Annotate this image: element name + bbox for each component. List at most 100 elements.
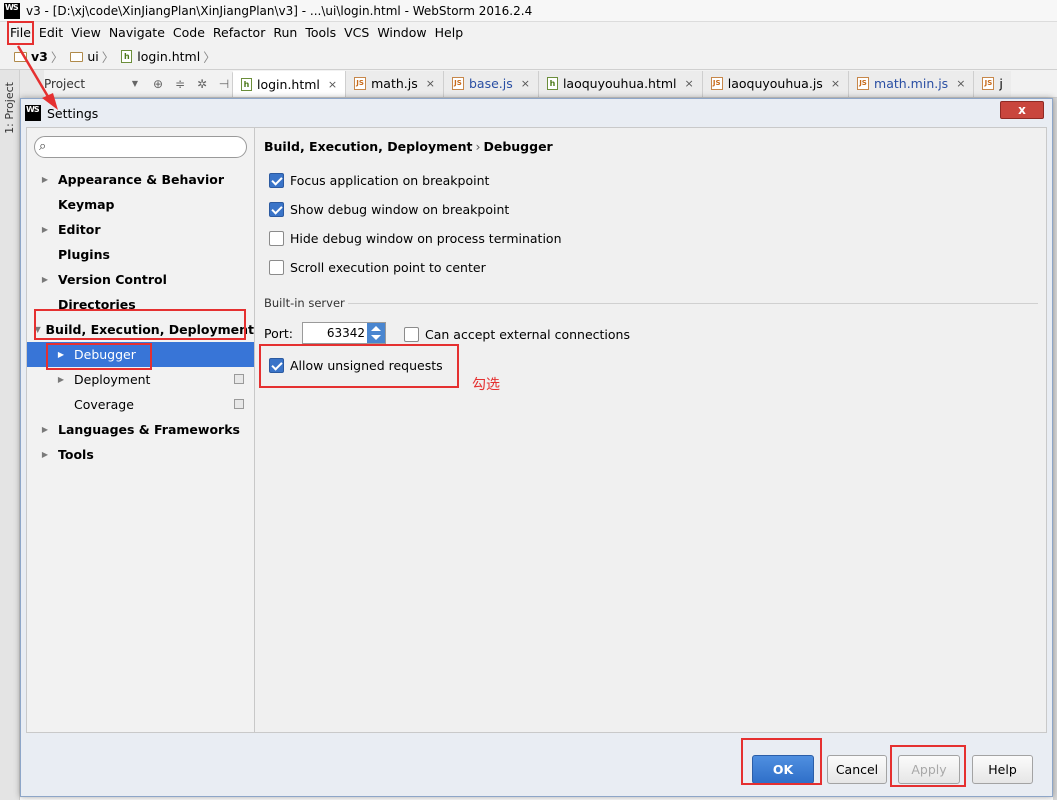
tree-item-appearance-behavior[interactable]: ▶ Appearance & Behavior	[27, 167, 254, 192]
breadcrumb-item-ui[interactable]: ui 〉	[70, 47, 117, 66]
editor-scrollbar[interactable]	[1053, 98, 1057, 800]
debugger-settings-panel: Build, Execution, Deployment › Debugger Fo…	[256, 128, 1046, 732]
show-debug-window-checkbox[interactable]	[269, 201, 284, 217]
tab-laoquyouhua-html[interactable]: h laoquyouhua.html ×	[537, 70, 702, 97]
menu-file[interactable]: File	[6, 23, 35, 43]
close-tab-icon[interactable]: ×	[426, 77, 435, 90]
option-external-connections[interactable]: Can accept external connections	[404, 324, 630, 344]
focus-application-checkbox[interactable]	[269, 172, 284, 188]
left-tool-strip: 1: Project	[0, 70, 20, 800]
close-tab-icon[interactable]: ×	[521, 77, 530, 90]
menu-help[interactable]: Help	[431, 23, 468, 43]
tree-item-deployment[interactable]: ▶ Deployment	[27, 367, 254, 392]
tab-laoquyouhua-js[interactable]: JS laoquyouhua.js ×	[701, 70, 849, 97]
hide-debug-window-checkbox[interactable]	[269, 230, 284, 246]
window-titlebar: WS v3 - [D:\xj\code\XinJiangPlan\XinJian…	[0, 0, 1057, 22]
expand-arrow-icon[interactable]: ▶	[39, 275, 51, 284]
option-show-debug-window[interactable]: Show debug window on breakpoint	[269, 199, 509, 219]
tab-login-html[interactable]: h login.html ×	[232, 70, 346, 97]
breadcrumb-item-login-html[interactable]: h login.html 〉	[121, 47, 218, 66]
close-tab-icon[interactable]: ×	[328, 78, 337, 91]
menu-edit[interactable]: Edit	[35, 23, 67, 43]
settings-search-field[interactable]: ⌕	[34, 136, 247, 158]
port-stepper[interactable]	[367, 323, 385, 343]
stepper-down-icon[interactable]	[371, 335, 381, 340]
breadcrumb-item-v3[interactable]: v3 〉	[14, 47, 66, 66]
breadcrumb: v3 〉 ui 〉 h login.html 〉	[0, 44, 1057, 70]
ok-button[interactable]: OK	[752, 755, 814, 784]
expand-arrow-icon[interactable]: ▶	[39, 225, 51, 234]
menu-navigate[interactable]: Navigate	[105, 23, 169, 43]
menu-code[interactable]: Code	[169, 23, 209, 43]
port-input[interactable]	[303, 325, 365, 341]
menu-window[interactable]: Window	[373, 23, 430, 43]
close-dialog-button[interactable]: x	[1000, 101, 1044, 119]
help-button[interactable]: Help	[972, 755, 1033, 784]
tree-item-plugins[interactable]: Plugins	[27, 242, 254, 267]
menu-view[interactable]: View	[67, 23, 105, 43]
dialog-body: ⌕ ▶ Appearance & Behavior Keymap ▶ Edito…	[26, 127, 1047, 733]
cancel-button[interactable]: Cancel	[827, 755, 887, 784]
allow-unsigned-checkbox[interactable]	[269, 357, 284, 373]
js-file-icon: JS	[710, 77, 723, 90]
panel-breadcrumb-parent: Build, Execution, Deployment	[264, 139, 473, 154]
panel-breadcrumb: Build, Execution, Deployment › Debugger	[264, 139, 553, 154]
tree-item-directories[interactable]: Directories	[27, 292, 254, 317]
tree-item-languages-frameworks[interactable]: ▶ Languages & Frameworks	[27, 417, 254, 442]
port-spinner-field[interactable]	[302, 322, 386, 344]
menu-refactor[interactable]: Refactor	[209, 23, 269, 43]
gear-icon[interactable]: ✲	[194, 76, 210, 92]
option-scroll-execution-point[interactable]: Scroll execution point to center	[269, 257, 486, 277]
tab-math-min-js[interactable]: JS math.min.js ×	[848, 70, 974, 97]
apply-button[interactable]: Apply	[898, 755, 960, 784]
project-settings-icon	[234, 374, 244, 384]
option-focus-application[interactable]: Focus application on breakpoint	[269, 170, 489, 190]
tree-item-tools[interactable]: ▶ Tools	[27, 442, 254, 467]
close-tab-icon[interactable]: ×	[831, 77, 840, 90]
close-tab-icon[interactable]: ×	[685, 77, 694, 90]
settings-dialog: WS Settings x ⌕ ▶ Appearance & Behavior …	[20, 98, 1053, 797]
panel-breadcrumb-current: Debugger	[483, 139, 553, 154]
option-hide-debug-window[interactable]: Hide debug window on process termination	[269, 228, 562, 248]
annotation-note: 勾选	[472, 377, 500, 393]
tree-item-version-control[interactable]: ▶ Version Control	[27, 267, 254, 292]
hide-panel-icon[interactable]: ⊣	[216, 76, 232, 92]
project-view-dropdown[interactable]: Project ▼	[44, 74, 144, 94]
project-settings-icon	[234, 399, 244, 409]
tree-item-debugger[interactable]: ▶ Debugger	[27, 342, 254, 367]
expand-arrow-icon[interactable]: ▶	[55, 375, 67, 384]
stepper-up-icon[interactable]	[371, 326, 381, 331]
tab-math-js[interactable]: JS math.js ×	[345, 70, 443, 97]
dialog-footer: OK Cancel Apply Help	[21, 733, 1052, 796]
expand-arrow-icon[interactable]: ▶	[39, 450, 51, 459]
collapse-arrow-icon[interactable]: ▼	[34, 325, 41, 334]
menu-vcs[interactable]: VCS	[340, 23, 373, 43]
expand-arrow-icon[interactable]: ▶	[39, 175, 51, 184]
tab-overflow-j[interactable]: JS j	[973, 70, 1011, 97]
tree-item-coverage[interactable]: Coverage	[27, 392, 254, 417]
js-file-icon: JS	[451, 77, 464, 90]
option-allow-unsigned[interactable]: Allow unsigned requests	[269, 355, 443, 375]
close-tab-icon[interactable]: ×	[956, 77, 965, 90]
section-divider	[348, 303, 1038, 304]
dialog-titlebar: WS Settings	[21, 99, 1052, 127]
tree-item-build-execution-deployment[interactable]: ▼ Build, Execution, Deployment	[27, 317, 254, 342]
folder-icon	[70, 51, 84, 62]
scroll-execution-point-checkbox[interactable]	[269, 259, 284, 275]
tab-base-js[interactable]: JS base.js ×	[442, 70, 538, 97]
tree-item-keymap[interactable]: Keymap	[27, 192, 254, 217]
project-tool-button[interactable]: 1: Project	[3, 82, 16, 134]
html-file-icon: h	[121, 50, 133, 63]
collapse-icon[interactable]: ≑	[172, 76, 188, 92]
dialog-title: Settings	[47, 105, 99, 121]
menu-run[interactable]: Run	[269, 23, 301, 43]
settings-search-input[interactable]	[57, 139, 237, 155]
menu-tools[interactable]: Tools	[301, 23, 340, 43]
external-connections-checkbox[interactable]	[404, 326, 419, 342]
expand-arrow-icon[interactable]: ▶	[39, 425, 51, 434]
target-icon[interactable]: ⊕	[150, 76, 166, 92]
editor-toolbar: Project ▼ ⊕ ≑ ✲ ⊣ h login.html × JS math.j…	[44, 70, 1057, 98]
expand-arrow-icon[interactable]: ▶	[55, 350, 67, 359]
tree-item-editor[interactable]: ▶ Editor	[27, 217, 254, 242]
menu-bar: File Edit View Navigate Code Refactor Ru…	[0, 22, 1057, 44]
